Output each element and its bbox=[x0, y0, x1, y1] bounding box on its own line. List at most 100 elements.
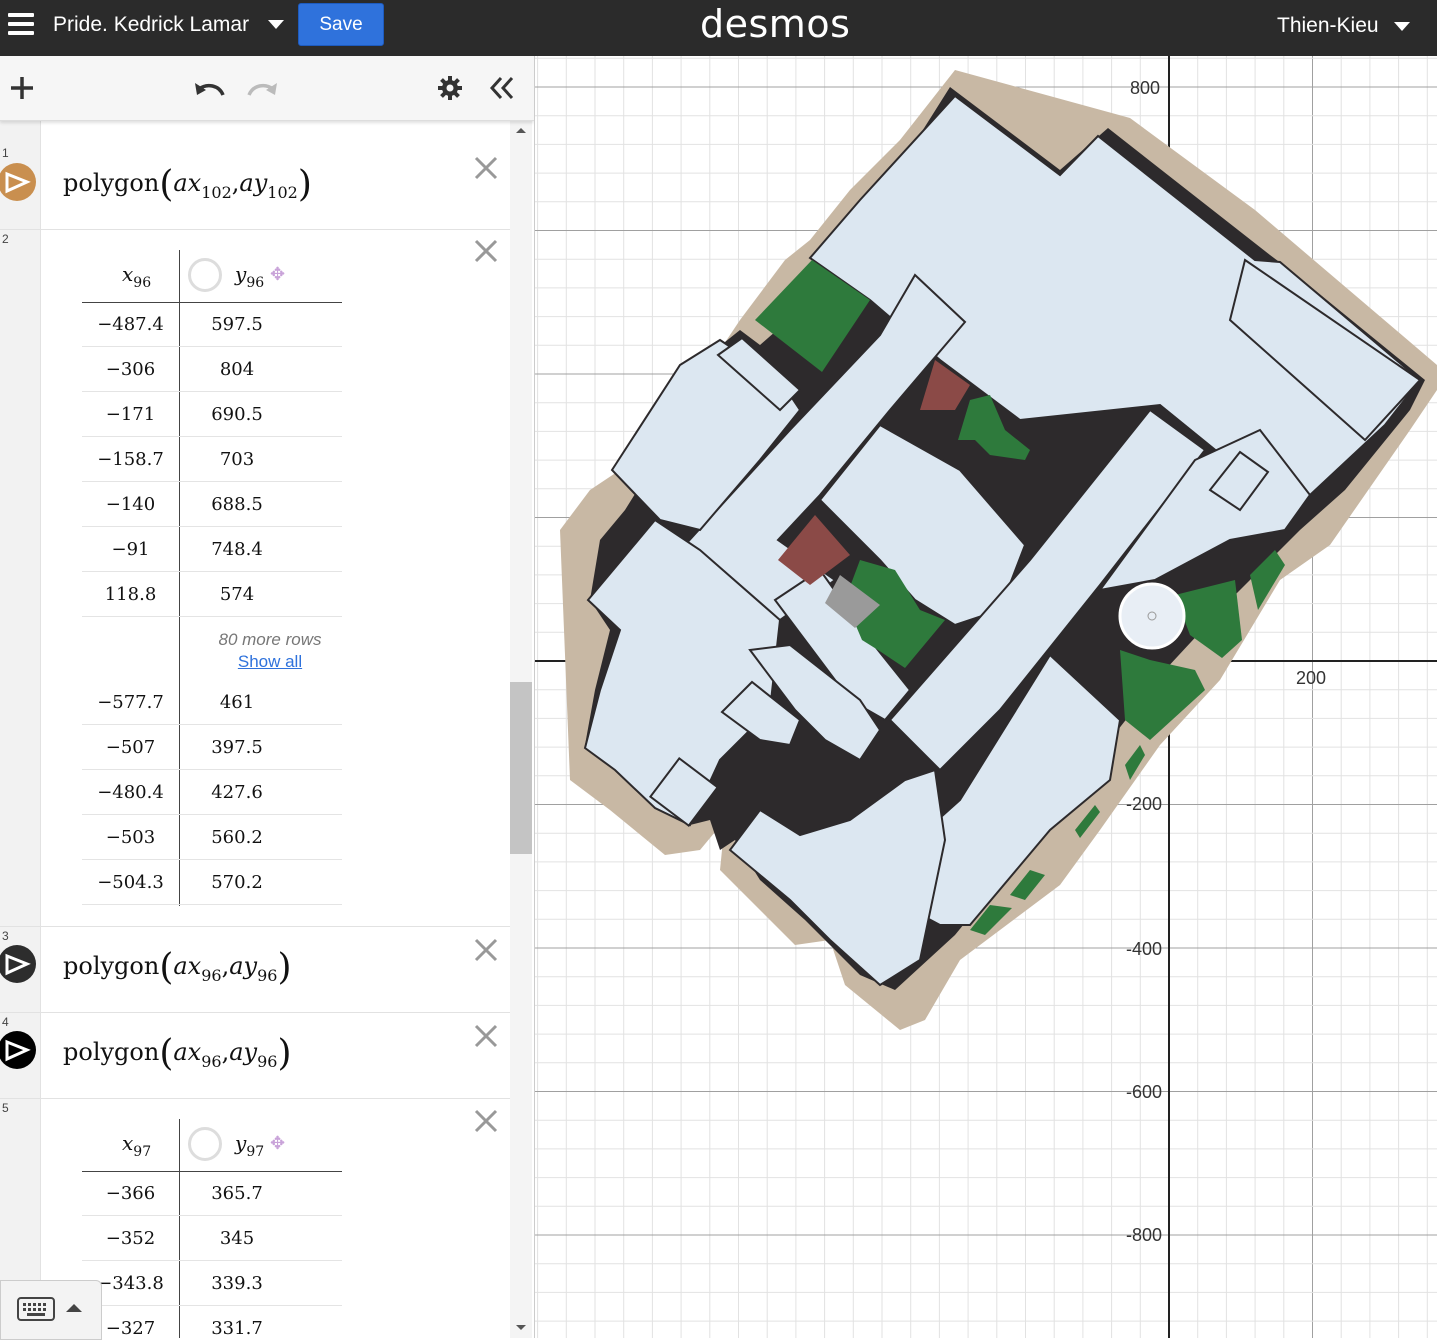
table-cell-y[interactable]: 427.6 bbox=[180, 782, 294, 803]
row-divider bbox=[82, 616, 342, 617]
user-dropdown-icon[interactable] bbox=[1394, 22, 1410, 31]
expression-panel: 1 polygon(ax102,ay102) 2 x96 y96 ✥ −487.… bbox=[0, 56, 535, 1338]
title-dropdown-icon[interactable] bbox=[268, 20, 284, 29]
table-cell-x[interactable]: −504.3 bbox=[82, 872, 179, 893]
column-header-x[interactable]: x96 bbox=[122, 262, 151, 314]
drag-move-icon[interactable]: ✥ bbox=[270, 1133, 285, 1154]
tick-label-y: 800 bbox=[1130, 78, 1160, 98]
scrollbar-thumb[interactable] bbox=[510, 682, 532, 854]
table-cell-y[interactable]: 570.2 bbox=[180, 872, 294, 893]
keyboard-icon bbox=[17, 1297, 55, 1321]
table-cell-y[interactable]: 365.7 bbox=[180, 1183, 294, 1204]
table-cell-x[interactable]: −480.4 bbox=[82, 782, 179, 803]
expression-3[interactable]: 3 polygon(ax96,ay96) bbox=[0, 927, 510, 1013]
row-divider bbox=[82, 346, 342, 347]
scroll-down-icon[interactable] bbox=[515, 1324, 527, 1332]
table-cell-y[interactable]: 574 bbox=[180, 584, 294, 605]
expression-formula[interactable]: polygon(ax96,ay96) bbox=[63, 947, 292, 988]
graph-title[interactable]: Pride. Kedrick Lamar bbox=[53, 13, 249, 37]
column-header-y[interactable]: y96 bbox=[235, 262, 264, 314]
expression-1[interactable]: 1 polygon(ax102,ay102) bbox=[0, 144, 510, 230]
row-divider bbox=[82, 481, 342, 482]
row-divider bbox=[82, 814, 342, 815]
gear-icon[interactable] bbox=[432, 70, 468, 106]
hamburger-menu-icon[interactable] bbox=[8, 13, 34, 35]
expression-formula[interactable]: polygon(ax96,ay96) bbox=[63, 1033, 292, 1074]
expression-number: 5 bbox=[2, 1101, 9, 1115]
table-cell-y[interactable]: 703 bbox=[180, 449, 294, 470]
table-cell-x[interactable]: −503 bbox=[82, 827, 179, 848]
add-icon[interactable] bbox=[4, 70, 40, 106]
expression-number: 2 bbox=[2, 232, 9, 246]
table-cell-x[interactable]: −140 bbox=[82, 494, 179, 515]
polygon-color-icon[interactable] bbox=[0, 945, 36, 983]
save-button[interactable]: Save bbox=[298, 3, 384, 46]
column-style-circle-icon[interactable] bbox=[188, 258, 222, 292]
table-cell-y[interactable]: 748.4 bbox=[180, 539, 294, 560]
tick-label-y: -600 bbox=[1126, 1082, 1162, 1102]
fountain bbox=[1118, 582, 1186, 650]
delete-expression-icon[interactable] bbox=[472, 237, 500, 265]
user-name[interactable]: Thien-Kieu bbox=[1277, 14, 1379, 38]
table-cell-y[interactable]: 597.5 bbox=[180, 314, 294, 335]
expression-2-table[interactable]: 2 x96 y96 ✥ −487.4 597.5 −306 804 −171 690.5 −… bbox=[0, 230, 510, 927]
row-divider bbox=[82, 1215, 342, 1216]
table-cell-x[interactable]: −577.7 bbox=[82, 692, 179, 713]
table-cell-y[interactable]: 688.5 bbox=[180, 494, 294, 515]
table-cell-y[interactable]: 397.5 bbox=[180, 737, 294, 758]
table-cell-x[interactable]: −507 bbox=[82, 737, 179, 758]
table-cell-y[interactable]: 560.2 bbox=[180, 827, 294, 848]
show-all-link[interactable]: Show all bbox=[164, 652, 376, 672]
expression-number: 1 bbox=[2, 146, 9, 160]
table-cell-x[interactable]: −171 bbox=[82, 404, 179, 425]
polygon-color-icon[interactable] bbox=[0, 1031, 36, 1069]
table-cell-x[interactable]: 118.8 bbox=[82, 584, 179, 605]
expression-4[interactable]: 4 polygon(ax96,ay96) bbox=[0, 1013, 510, 1099]
expression-toolbar bbox=[0, 56, 534, 121]
scroll-up-icon[interactable] bbox=[515, 126, 527, 134]
table-cell-y[interactable]: 331.7 bbox=[180, 1318, 294, 1338]
row-divider bbox=[82, 526, 342, 527]
delete-expression-icon[interactable] bbox=[472, 1107, 500, 1135]
delete-expression-icon[interactable] bbox=[472, 154, 500, 182]
expression-list: 1 polygon(ax102,ay102) 2 x96 y96 ✥ −487.… bbox=[0, 120, 510, 1338]
table-cell-x[interactable]: −487.4 bbox=[82, 314, 179, 335]
row-divider bbox=[82, 1260, 342, 1261]
row-divider bbox=[82, 436, 342, 437]
table-cell-y[interactable]: 339.3 bbox=[180, 1273, 294, 1294]
table-cell-y[interactable]: 690.5 bbox=[180, 404, 294, 425]
redo-icon[interactable] bbox=[244, 70, 280, 106]
table-cell-x[interactable]: −352 bbox=[82, 1228, 179, 1249]
polygon-color-icon[interactable] bbox=[0, 163, 36, 201]
column-style-circle-icon[interactable] bbox=[188, 1127, 222, 1161]
caret-up-icon bbox=[66, 1304, 82, 1312]
table-cell-x[interactable]: −91 bbox=[82, 539, 179, 560]
collapse-panel-icon[interactable] bbox=[484, 70, 520, 106]
table-cell-y[interactable]: 461 bbox=[180, 692, 294, 713]
table-cell-x[interactable]: −158.7 bbox=[82, 449, 179, 470]
graph-canvas[interactable]: 800 -200 -400 -600 -800 200 bbox=[535, 56, 1437, 1338]
row-divider bbox=[82, 1305, 342, 1306]
row-divider bbox=[82, 724, 342, 725]
header-divider bbox=[82, 1171, 342, 1172]
column-divider bbox=[179, 250, 180, 906]
expression-formula[interactable]: polygon(ax102,ay102) bbox=[63, 164, 312, 205]
drag-move-icon[interactable]: ✥ bbox=[270, 264, 285, 285]
table-cell-x[interactable]: −366 bbox=[82, 1183, 179, 1204]
keyboard-toggle[interactable] bbox=[0, 1280, 102, 1340]
undo-icon[interactable] bbox=[192, 70, 228, 106]
campus-map bbox=[560, 70, 1437, 1030]
table-cell-y[interactable]: 345 bbox=[180, 1228, 294, 1249]
delete-expression-icon[interactable] bbox=[472, 936, 500, 964]
graph-svg[interactable]: 800 -200 -400 -600 -800 200 bbox=[535, 56, 1437, 1338]
column-header-y[interactable]: y97 bbox=[235, 1131, 264, 1183]
top-bar: Pride. Kedrick Lamar Save desmos Thien-K… bbox=[0, 0, 1437, 56]
more-rows-label: 80 more rows bbox=[218, 630, 322, 649]
tick-label-y: -400 bbox=[1126, 939, 1162, 959]
expression-number: 4 bbox=[2, 1015, 9, 1029]
table-cell-x[interactable]: −306 bbox=[82, 359, 179, 380]
column-header-x[interactable]: x97 bbox=[122, 1131, 151, 1183]
expression-scrollbar[interactable] bbox=[510, 120, 532, 1338]
delete-expression-icon[interactable] bbox=[472, 1022, 500, 1050]
table-cell-y[interactable]: 804 bbox=[180, 359, 294, 380]
